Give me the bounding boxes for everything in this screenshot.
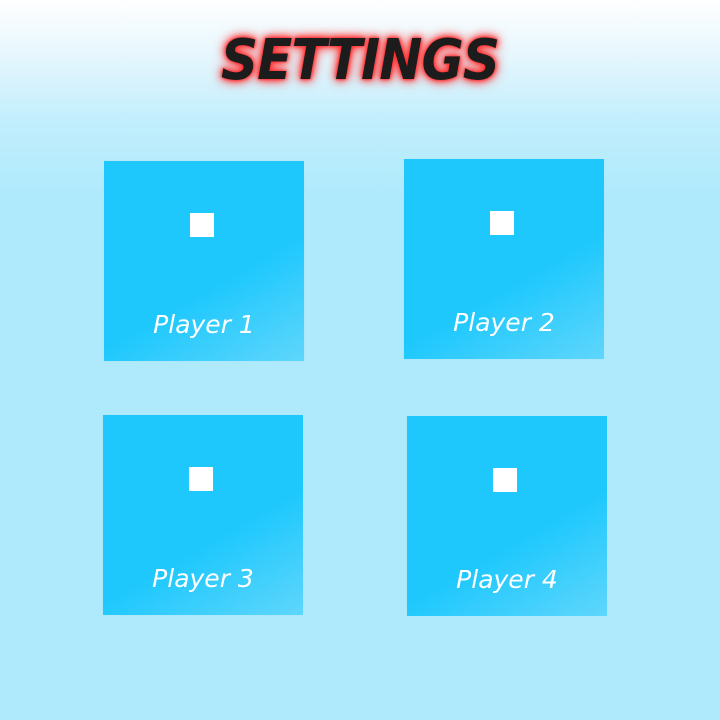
player-2-button[interactable]: Player 2 (404, 159, 604, 359)
player-3-checkbox[interactable] (189, 467, 213, 491)
player-2-label: Player 2 (453, 308, 555, 337)
player-4-button[interactable]: Player 4 (407, 416, 607, 616)
player-1-label: Player 1 (153, 310, 255, 339)
player-4-label: Player 4 (456, 565, 558, 594)
player-1-checkbox[interactable] (190, 213, 214, 237)
player-3-label: Player 3 (152, 564, 254, 593)
settings-title: SETTINGS (220, 28, 500, 93)
player-2-checkbox[interactable] (490, 211, 514, 235)
player-3-button[interactable]: Player 3 (103, 415, 303, 615)
player-4-checkbox[interactable] (493, 468, 517, 492)
player-1-button[interactable]: Player 1 (104, 161, 304, 361)
